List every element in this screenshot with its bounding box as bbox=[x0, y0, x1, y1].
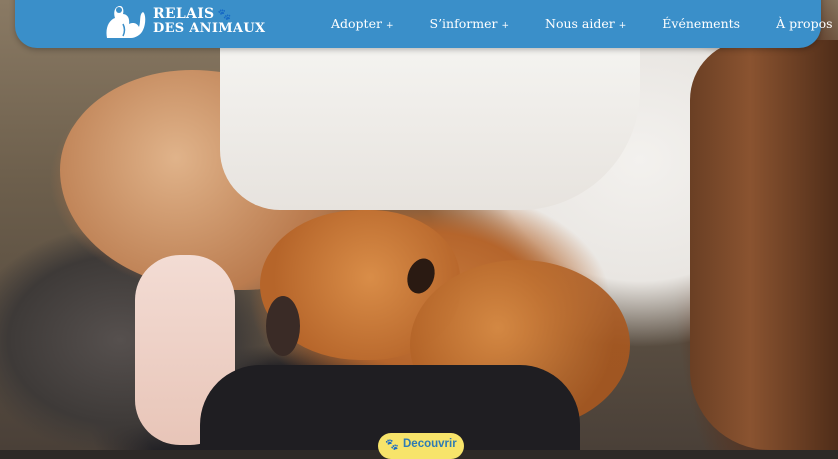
sweater bbox=[220, 40, 640, 210]
discover-label: Decouvrir bbox=[403, 438, 457, 450]
menu-label: Adopter bbox=[331, 16, 382, 31]
hair bbox=[690, 40, 838, 450]
plus-icon: + bbox=[385, 21, 394, 31]
menu-label: Nous aider bbox=[545, 16, 615, 31]
plus-icon: + bbox=[618, 21, 627, 31]
menu-item-evenements[interactable]: Événements bbox=[662, 16, 740, 31]
discover-button[interactable]: 🐾 Decouvrir bbox=[378, 433, 464, 459]
logo-line1: RELAIS bbox=[153, 5, 215, 22]
navbar: RELAIS 🐾 DES ANIMAUX Adopter + S’informer +… bbox=[15, 0, 833, 48]
logo-icon bbox=[103, 2, 147, 40]
hero-image bbox=[0, 0, 838, 450]
logo-line2: DES ANIMAUX bbox=[153, 20, 266, 36]
menu-label: À propos bbox=[776, 16, 833, 31]
menu-label: Événements bbox=[662, 16, 741, 31]
menu-item-nous-aider[interactable]: Nous aider + bbox=[545, 16, 626, 31]
main-menu: Adopter + S’informer + Nous aider + Événeme… bbox=[331, 16, 838, 31]
paw-icon: 🐾 bbox=[385, 439, 399, 451]
menu-label: S’informer bbox=[429, 16, 498, 31]
dog-nose bbox=[266, 296, 300, 356]
logo-text: RELAIS 🐾 DES ANIMAUX bbox=[153, 7, 265, 36]
menu-item-a-propos[interactable]: À propos bbox=[776, 16, 832, 31]
site-logo[interactable]: RELAIS 🐾 DES ANIMAUX bbox=[103, 2, 265, 40]
menu-item-adopter[interactable]: Adopter + bbox=[331, 16, 394, 31]
menu-item-sinformer[interactable]: S’informer + bbox=[430, 16, 510, 31]
plus-icon: + bbox=[501, 21, 509, 31]
paw-icon: 🐾 bbox=[217, 7, 232, 21]
